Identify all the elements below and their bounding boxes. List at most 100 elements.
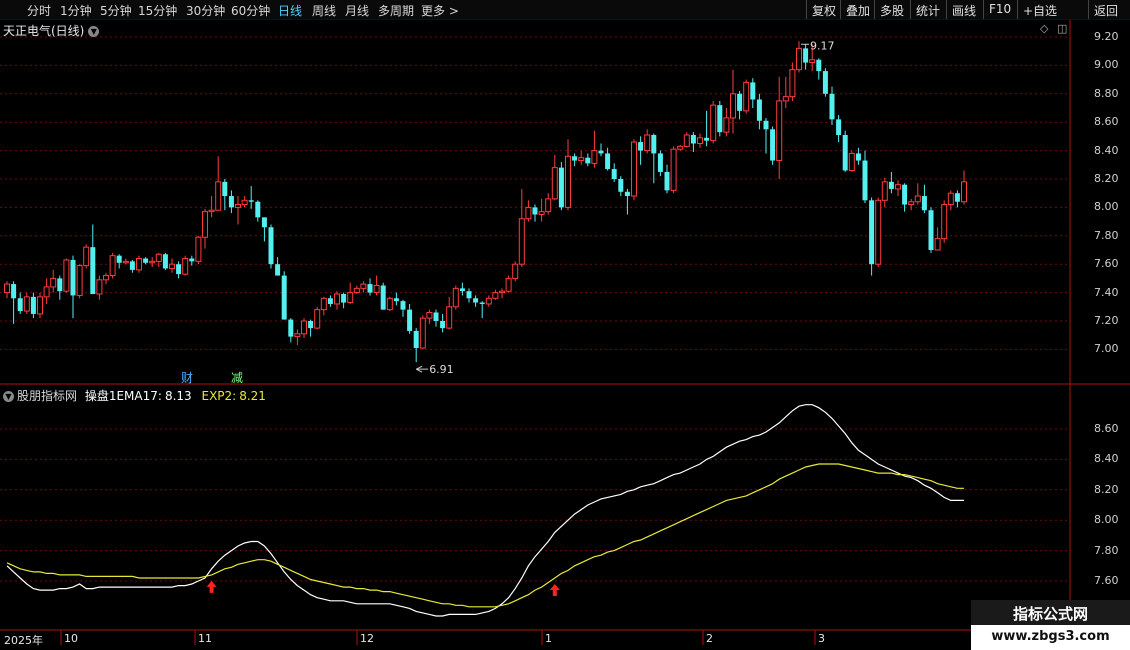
candle-body (195, 236, 202, 262)
candle (505, 275, 512, 293)
candle-body (848, 152, 855, 171)
candle (697, 133, 703, 148)
candle-body (512, 263, 519, 279)
candle (941, 200, 948, 243)
time-axis-label: 3 (818, 632, 825, 645)
candle (255, 200, 261, 222)
candle (565, 139, 571, 211)
price-tick-label: 9.20 (1094, 30, 1119, 43)
candle-body (902, 184, 908, 205)
candle (763, 117, 769, 154)
candle (836, 115, 842, 143)
candle-body (822, 71, 828, 94)
candle-body (479, 302, 485, 304)
candle (241, 196, 248, 208)
candle-body (875, 199, 882, 265)
candle (638, 136, 644, 165)
candle-body (492, 292, 499, 299)
candle (228, 190, 234, 214)
candle-body (215, 181, 222, 211)
candle-body (149, 260, 156, 264)
candle (591, 130, 598, 168)
candle-body (386, 297, 393, 311)
candle (57, 275, 63, 300)
candle-body (750, 82, 756, 100)
candle-body (836, 119, 842, 135)
candle (683, 132, 690, 148)
candle (789, 62, 796, 101)
candle-body (4, 283, 10, 294)
candle-body (281, 275, 287, 320)
candle (512, 261, 519, 282)
candle (294, 329, 301, 346)
candle-body (888, 181, 894, 189)
candle (327, 295, 333, 307)
candle-body (947, 192, 954, 206)
candle-body (565, 155, 571, 208)
candle-body (208, 209, 215, 213)
candle (479, 301, 485, 319)
price-tick-label: 7.80 (1094, 228, 1119, 242)
marker-finance[interactable]: 财 (181, 369, 193, 386)
candle (895, 180, 901, 197)
candle-body (954, 193, 960, 202)
candle-body (618, 179, 624, 192)
candle-body (756, 99, 762, 121)
candle (928, 207, 934, 253)
indicator-tick-label: 8.40 (1094, 452, 1119, 466)
candle (373, 275, 380, 296)
price-tick-label: 8.60 (1094, 115, 1119, 129)
candle (452, 285, 459, 310)
candle-body (605, 153, 611, 170)
watermark-badge: 指标公式网 www.zbgs3.com (971, 600, 1130, 650)
candle (90, 224, 96, 295)
candle (386, 296, 393, 312)
stock-chart[interactable]: 9.17 6.91 (0, 0, 1130, 650)
candle (776, 76, 783, 179)
candle-body (803, 48, 809, 63)
candle (341, 292, 347, 309)
candle (23, 292, 30, 314)
candle-body (697, 137, 703, 145)
buy-signal-arrow (206, 580, 217, 593)
candle-body (261, 217, 267, 228)
candle (440, 313, 446, 333)
candle (426, 309, 433, 324)
candle (4, 281, 10, 299)
candle-body (895, 184, 901, 190)
candle (677, 144, 684, 151)
candle (136, 255, 142, 273)
candle (400, 299, 406, 317)
candle (301, 318, 307, 339)
candle-body (657, 153, 663, 172)
marker-reduce[interactable]: 减 (231, 369, 243, 386)
price-tick-label: 8.80 (1094, 86, 1119, 100)
candle-body (829, 93, 835, 120)
candle-body (96, 279, 103, 295)
candle-body (341, 294, 347, 303)
candle (275, 257, 281, 276)
candle (162, 252, 168, 270)
candle-body (624, 191, 630, 197)
candle (947, 190, 954, 211)
candle-body (776, 100, 783, 162)
price-tick-label: 7.00 (1094, 342, 1119, 356)
candle-body (426, 311, 433, 319)
indicator-tick-label: 8.60 (1094, 422, 1119, 435)
candle (182, 255, 189, 276)
candle (63, 258, 70, 293)
candle-body (83, 246, 90, 267)
candle (43, 278, 50, 304)
candle-body (572, 156, 578, 161)
candle-body (347, 292, 354, 304)
candle (657, 150, 663, 177)
candle-body (961, 181, 967, 203)
time-axis-label: 11 (198, 632, 212, 645)
candle (875, 197, 882, 268)
candle (578, 150, 585, 165)
candle (473, 295, 479, 307)
candle (908, 198, 915, 211)
watermark-title: 指标公式网 (1012, 605, 1088, 623)
candle-body (393, 298, 399, 302)
indicator-tick-label: 8.00 (1094, 513, 1119, 527)
